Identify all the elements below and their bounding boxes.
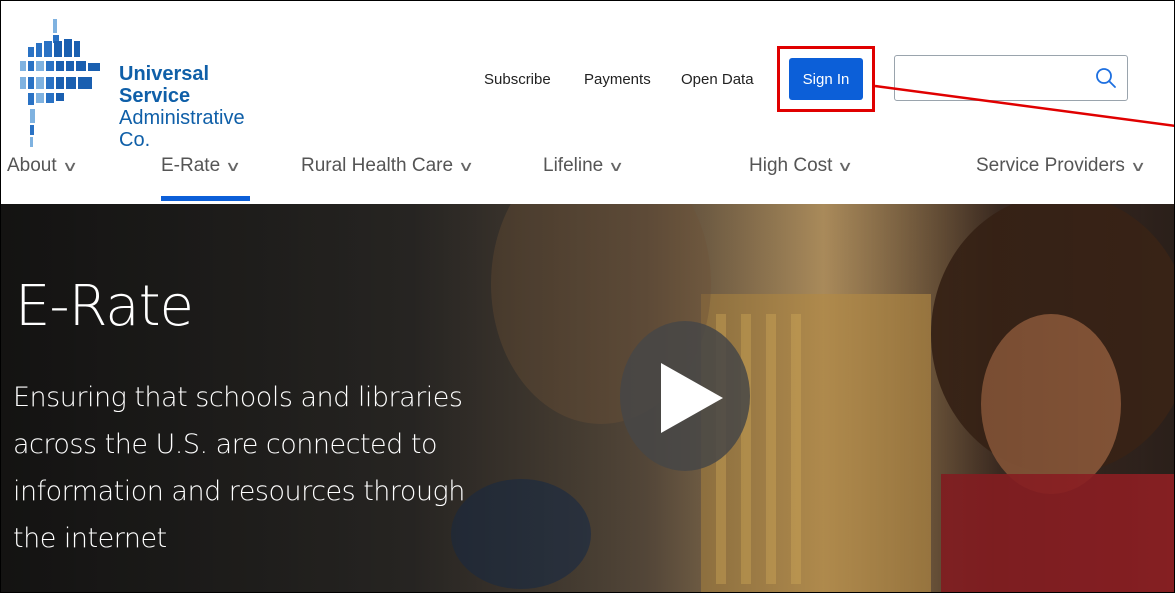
nav-item-lifeline[interactable]: Lifeline ∨ — [543, 151, 625, 203]
sign-in-highlight-box: Sign In — [777, 46, 875, 112]
chevron-down-icon: ∨ — [61, 158, 78, 174]
subscribe-link[interactable]: Subscribe — [484, 71, 551, 88]
nav-label: E-Rate — [161, 155, 221, 176]
payments-link[interactable]: Payments — [584, 71, 651, 88]
chevron-down-icon: ∨ — [608, 158, 625, 174]
nav-label: About — [7, 155, 57, 176]
open-data-link[interactable]: Open Data — [681, 71, 754, 88]
nav-label: High Cost — [749, 155, 833, 176]
hero-line: Ensuring that schools and libraries — [13, 382, 463, 413]
chevron-down-icon: ∨ — [837, 158, 854, 174]
hero-line: across the U.S. are connected to — [13, 429, 438, 460]
active-nav-indicator — [161, 196, 250, 201]
search-icon[interactable] — [1095, 67, 1117, 89]
hero-banner: E-Rate Ensuring that schools and librari… — [1, 204, 1174, 592]
video-play-button[interactable] — [620, 321, 750, 471]
chevron-down-icon: ∨ — [225, 158, 242, 174]
hero-line: the internet — [13, 523, 167, 554]
hero-description: Ensuring that schools and libraries acro… — [13, 374, 493, 562]
play-icon — [661, 363, 723, 433]
logo-line-2: Administrative Co. — [119, 107, 245, 151]
sign-in-button[interactable]: Sign In — [789, 58, 863, 100]
nav-item-service-providers[interactable]: Service Providers ∨ — [976, 151, 1147, 203]
nav-item-about[interactable]: About ∨ — [7, 151, 78, 203]
usac-logo-mark-icon — [20, 19, 100, 147]
logo-line-1: Universal Service — [119, 63, 210, 107]
chevron-down-icon: ∨ — [1129, 158, 1147, 174]
nav-label: Lifeline — [543, 155, 604, 176]
page-title: E-Rate — [15, 274, 194, 339]
hero-line: information and resources through — [13, 476, 465, 507]
nav-item-high-cost[interactable]: High Cost ∨ — [749, 151, 854, 203]
browser-viewport: Universal Service Administrative Co. Sub… — [0, 0, 1175, 593]
nav-item-rural-health-care[interactable]: Rural Health Care ∨ — [301, 151, 475, 203]
nav-label: Service Providers — [976, 155, 1125, 176]
chevron-down-icon: ∨ — [458, 158, 475, 174]
search-input[interactable] — [894, 55, 1128, 101]
usac-logo[interactable]: Universal Service Administrative Co. — [19, 19, 279, 151]
logo-wordmark: Universal Service Administrative Co. — [119, 63, 279, 151]
nav-label: Rural Health Care — [301, 155, 454, 176]
